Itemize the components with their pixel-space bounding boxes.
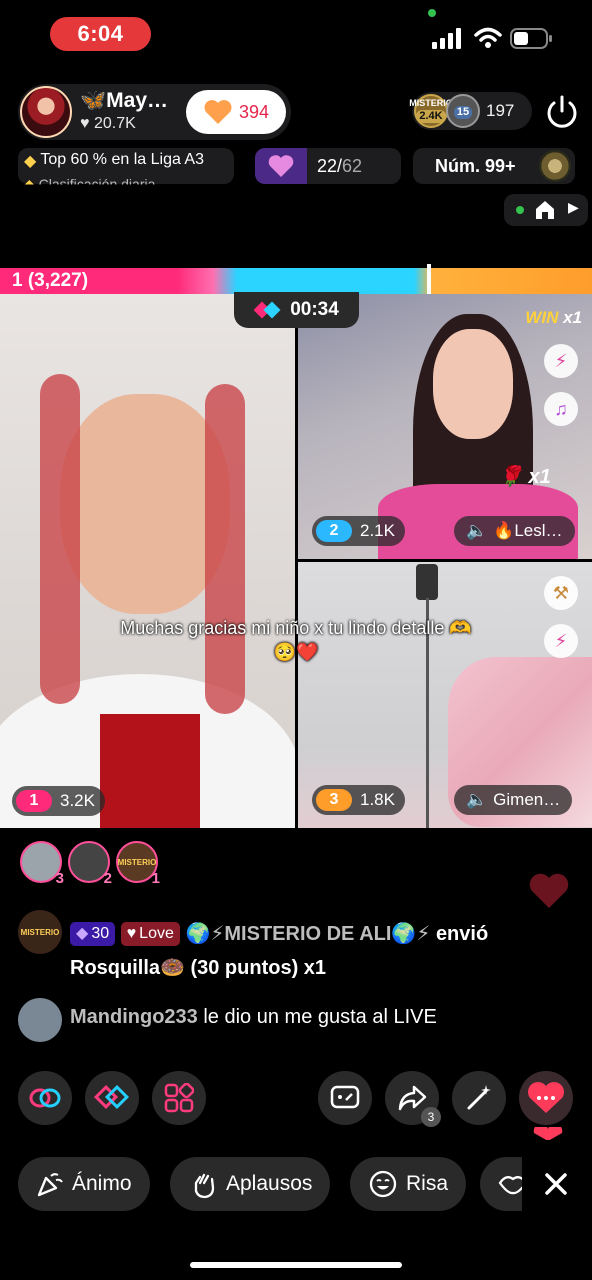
guest2-rank: 2 [316,520,352,542]
chat-message-gift: ◆ 30 ♥ Love 🌍⚡MISTERIO DE ALI🌍⚡ envió Rosq… [70,917,580,985]
guest-video-3[interactable]: ⚒ ⚡ 3 1.8K 🔈 Gimen… [298,562,592,828]
status-time: 6:04 [50,17,151,51]
gift-goal[interactable]: 22/62 [255,148,401,184]
guest2-score: 2 2.1K [312,516,405,546]
share-button[interactable]: 3 [385,1071,441,1127]
top-gifter-1[interactable]: MISTERIO 1 [116,841,160,887]
link-icon [29,1088,61,1108]
comment-button[interactable] [318,1071,372,1125]
heart-icon: ♥ [126,925,137,942]
viewer-count: 197 [486,101,515,120]
guest3-rank: 3 [316,789,352,811]
butterfly-icon: 🦋 [80,89,107,112]
chat-username-1[interactable]: 🌍⚡MISTERIO DE ALI🌍⚡ [185,923,430,945]
level-badge: ◆ 30 [70,922,116,946]
battle-icon [94,1084,130,1110]
host-avatar[interactable] [20,86,72,138]
hammer-icon[interactable]: ⚒ [544,576,578,610]
share-icon [398,1085,427,1111]
stream-caption: Muchas gracias mi niño x tu lindo detall… [120,618,472,662]
top-gifter-3[interactable]: 3 [20,841,64,887]
diamond-icon: ◆ [24,153,37,170]
more-features-button[interactable] [152,1071,206,1125]
rose-icon: 🌹 [498,466,523,488]
live-tools[interactable]: ▶ [504,194,588,226]
heart-icon: ♥ [80,115,90,132]
follow-count: 394 [238,101,270,122]
chat-bubble-icon [330,1085,360,1109]
chat-message-like: Mandingo233 le dio un me gusta al LIVE [70,1006,437,1028]
party-popper-icon [37,1173,63,1197]
chat-avatar-1[interactable]: MISTERIO [18,910,62,954]
laugh-face-icon [369,1170,397,1198]
hourly-rank-text: Núm. 99+ [435,156,516,176]
home-indicator[interactable] [190,1262,402,1268]
battle-progress-bar: 1 (3,227) [0,264,592,298]
battle-divider [427,264,431,298]
floating-heart-icon-2 [533,1127,563,1141]
share-count: 3 [421,1107,441,1127]
battle-icon [254,301,281,319]
chat-avatar-2[interactable] [18,998,62,1042]
clap-icon [194,1173,215,1199]
win-streak: WIN x1 [525,308,582,327]
close-live-icon[interactable] [542,92,582,132]
boost-icon-2[interactable]: ⚡ [544,624,578,658]
hourly-rank[interactable]: Núm. 99+ [413,148,575,184]
grid-icon [164,1083,194,1113]
host-name[interactable]: 🦋May… [80,89,168,113]
signal-icon [432,28,461,49]
battle-left-score: 1 (3,227) [12,270,89,291]
online-dot [516,206,524,214]
host-video[interactable]: 1 3.2K [0,294,295,828]
battery-icon [510,28,552,49]
reaction-applause[interactable]: Aplausos [170,1157,331,1211]
chevron-right-icon: ▶ [568,199,579,215]
home-icon [536,201,554,219]
league-subtitle: ◆ Clasificación diaria [24,176,156,192]
effects-button[interactable] [452,1071,506,1125]
multi-guest-button[interactable] [18,1071,72,1125]
rose-gift: 🌹 x1 [498,466,551,488]
battle-timer: 00:34 [234,292,359,328]
reaction-laugh[interactable]: Risa [350,1157,467,1211]
diamond-icon: ◆ [76,925,89,942]
follow-button[interactable]: 394 [186,90,286,134]
top-gifter-2[interactable]: 2 [68,841,112,887]
heart-icon [528,1082,564,1113]
gift-icon[interactable]: ♫ [544,392,578,426]
guest2-name[interactable]: 🔈 🔥Lesl… [454,516,575,546]
floating-heart-icon [529,873,569,908]
speaker-icon: 🔈 [466,521,488,540]
boost-icon[interactable]: ⚡ [544,344,578,378]
privacy-indicator [428,9,436,17]
guest-video-2[interactable]: WIN x1 ⚡ ♫ 🌹 x1 2 2.1K 🔈 🔥Lesl… [298,294,592,559]
gift-goal-progress: 22/62 [317,156,363,176]
heart-gift-icon [204,100,232,124]
host-info[interactable]: 🦋May… ♥ 20.7K 394 [18,84,291,140]
love-badge: ♥ Love [120,922,180,946]
wifi-icon [474,27,502,48]
speaker-icon: 🔈 [466,790,488,809]
host-score: 1 3.2K [12,786,105,816]
host-likes: ♥ 20.7K [80,115,136,132]
chat-username-2[interactable]: Mandingo233 [70,1006,198,1028]
close-reactions-icon[interactable] [538,1166,574,1202]
guest3-name[interactable]: 🔈 Gimen… [454,785,573,815]
top-viewer-avatar[interactable]: MISTERIO 2.4K [409,94,453,128]
gift-goal-icon [255,148,307,184]
like-button[interactable] [519,1071,573,1125]
rank-badge-icon [539,150,571,182]
reaction-cheer[interactable]: Ánimo [18,1157,150,1211]
host-rank: 1 [16,790,52,812]
guest3-score: 3 1.8K [312,785,405,815]
magic-wand-icon [467,1085,491,1110]
viewer-list[interactable]: MISTERIO 2.4K 15 197 [409,92,532,130]
battle-button[interactable] [85,1071,139,1125]
second-viewer-avatar[interactable]: 15 [446,94,480,128]
